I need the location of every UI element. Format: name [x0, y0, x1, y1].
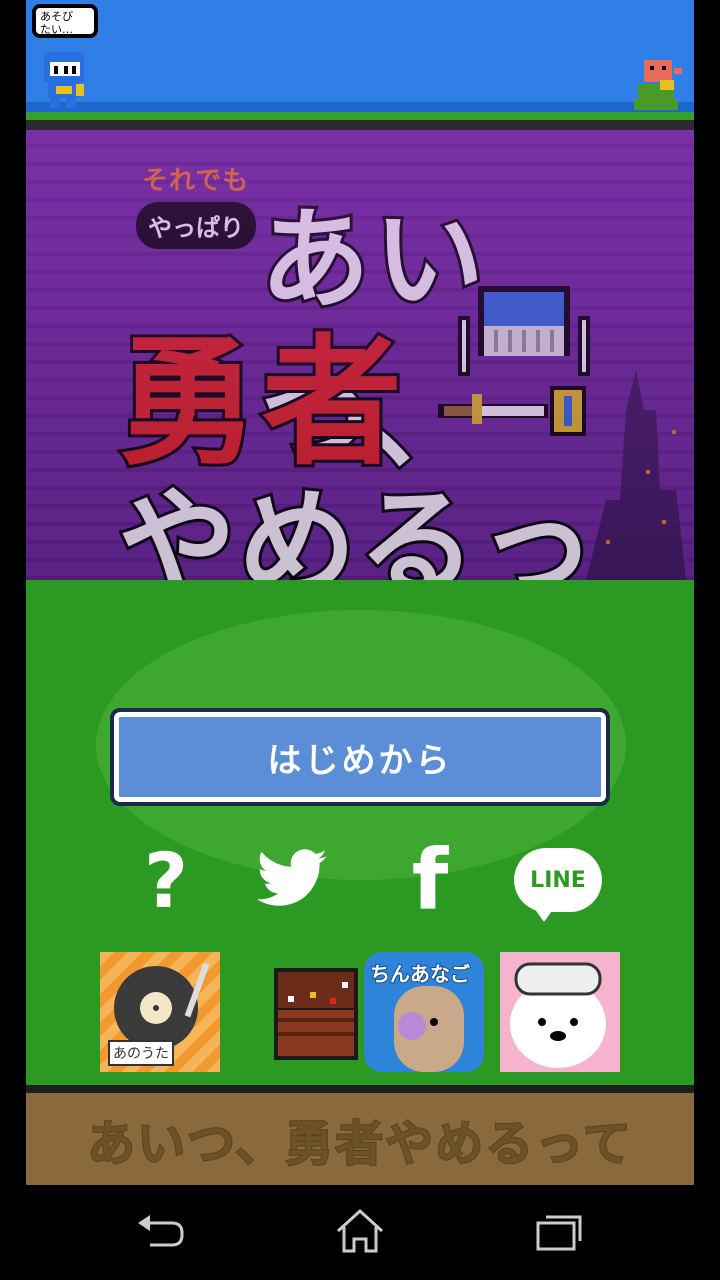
subtitle-yappari-badge: やっぱり [136, 202, 256, 249]
app-record-label: あのうた [108, 1040, 174, 1066]
subtitle-soredemo: それでも [142, 166, 250, 196]
facebook-icon: f [411, 831, 449, 929]
home-button[interactable] [330, 1205, 390, 1257]
bubble-line-1: あそび [40, 10, 73, 23]
water [26, 102, 694, 112]
ad-banner[interactable]: あいつ、勇者やめるって [26, 1093, 694, 1185]
android-navigation-bar [0, 1185, 720, 1280]
title-logo: それでも やっぱり あいつ、 勇者 やめるって [26, 130, 694, 787]
back-arrow-icon [138, 1215, 184, 1247]
twitter-bird-icon [257, 849, 327, 906]
sky-strip [26, 0, 694, 112]
recent-apps-icon [536, 1215, 582, 1251]
help-button[interactable]: ? [126, 836, 206, 925]
question-mark-icon: ? [143, 835, 189, 925]
app-icon-chinanago[interactable]: ちんあなご [364, 952, 484, 1072]
recent-apps-button[interactable] [530, 1205, 590, 1257]
bubble-line-2: たい… [40, 23, 73, 36]
banner-title: あいつ、勇者やめるって [86, 1115, 633, 1173]
hero-sprite-icon [44, 52, 84, 108]
banner-border [26, 1085, 694, 1093]
goblin-sprite-icon [634, 60, 682, 110]
hero-helmet-icon [438, 286, 590, 436]
treasure-chest-icon [274, 968, 358, 1060]
hero-speech-bubble: あそび たい… [32, 4, 98, 38]
ground-line [26, 120, 694, 130]
app-icon-record[interactable]: あのうた [100, 952, 220, 1072]
app-icon-treasure[interactable] [250, 952, 370, 1072]
grass-line [26, 112, 694, 120]
app-chinanago-label: ちんあなご [369, 961, 471, 987]
home-icon [336, 1208, 384, 1253]
recommended-apps: あのうた ちんあなご [26, 952, 694, 1074]
facebook-button[interactable]: f [390, 831, 470, 929]
back-button[interactable] [128, 1205, 188, 1257]
line-label: LINE [530, 867, 586, 893]
game-screen: あそび たい… それでも やっぱり あいつ、 勇者 やめるっ はじめから ? f… [26, 0, 694, 1185]
twitter-button[interactable] [252, 842, 332, 918]
line-icon: LINE [514, 848, 602, 922]
menu-field: はじめから ? f LINE あのうた ちんあなご [26, 580, 694, 1085]
polar-bear-face-icon [510, 962, 606, 1068]
line-share-button[interactable]: LINE [512, 842, 604, 922]
app-icon-polar-bear[interactable] [500, 952, 620, 1072]
start-from-beginning-button[interactable]: はじめから [110, 708, 610, 806]
